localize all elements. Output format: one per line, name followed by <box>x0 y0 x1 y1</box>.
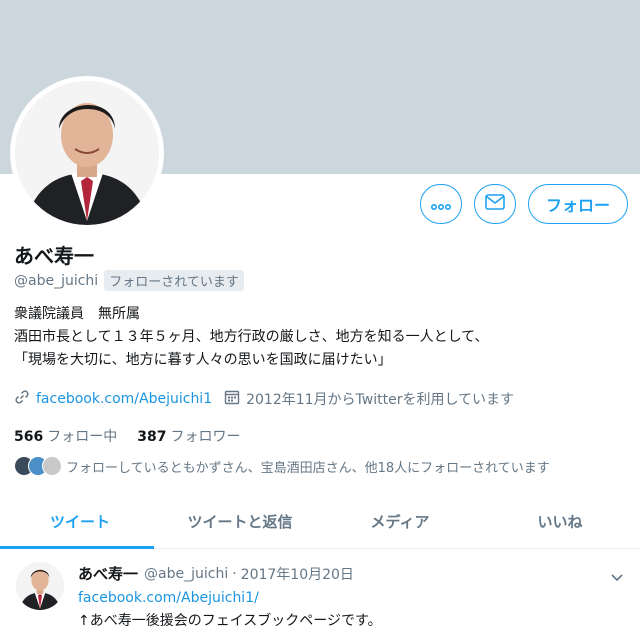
tab-tweets-and-replies[interactable]: ツイートと返信 <box>160 495 320 548</box>
following-count[interactable]: 566 フォロー中 <box>14 426 117 446</box>
tweet-author-handle[interactable]: @abe_juichi <box>144 566 228 582</box>
tweet[interactable]: あべ寿一 @abe_juichi · 2017年10月20日 facebook.… <box>0 550 640 640</box>
profile-bio: 衆議院議員 無所属 酒田市長として１３年５ヶ月、地方行政の厳しさ、地方を知る一人… <box>14 303 488 372</box>
follows-you-badge: フォローされています <box>104 270 244 291</box>
follower-avatar <box>42 456 62 476</box>
following-label: フォロー中 <box>47 429 118 445</box>
profile-handle[interactable]: @abe_juichi <box>14 273 98 289</box>
direct-message-button[interactable] <box>474 184 516 224</box>
following-number: 566 <box>14 429 44 445</box>
followers-you-know[interactable]: フォローしているともかずさん、宝島酒田店さん、他18人にフォローされています <box>14 456 550 476</box>
more-button[interactable] <box>420 184 462 224</box>
bio-line: 衆議院議員 無所属 <box>14 306 140 322</box>
profile-website-link[interactable]: facebook.com/Abejuichi1 <box>36 391 212 407</box>
tweet-header: あべ寿一 @abe_juichi · 2017年10月20日 <box>78 563 354 584</box>
avatar-photo <box>15 81 159 225</box>
handle-row: @abe_juichi フォローされています <box>14 270 244 291</box>
tweet-separator: · <box>232 565 237 582</box>
mail-icon <box>485 194 505 214</box>
tab-media[interactable]: メディア <box>320 495 480 548</box>
bio-line: 酒田市長として１３年５ヶ月、地方行政の厳しさ、地方を知る一人として、 <box>14 329 489 345</box>
profile-meta: facebook.com/Abejuichi1 2012年11月からTwitte… <box>14 389 514 409</box>
followers-you-know-text: フォローしているともかずさん、宝島酒田店さん、他18人にフォローされています <box>66 460 550 476</box>
bio-line: 「現場を大切に、地方に暮す人々の思いを国政に届けたい」 <box>14 352 392 368</box>
followers-you-know-avatars <box>14 456 62 476</box>
more-icon <box>430 195 452 214</box>
tweet-link[interactable]: facebook.com/Abejuichi1/ <box>78 590 259 606</box>
follow-counts: 566 フォロー中 387 フォロワー <box>14 426 260 446</box>
followers-number: 387 <box>137 429 167 445</box>
chevron-down-icon[interactable] <box>610 568 624 587</box>
profile-avatar[interactable] <box>10 76 164 230</box>
tweet-avatar[interactable] <box>16 562 64 610</box>
link-icon <box>14 389 30 409</box>
profile-name[interactable]: あべ寿一 <box>14 240 94 269</box>
followers-count[interactable]: 387 フォロワー <box>137 426 240 446</box>
joined-text: 2012年11月からTwitterを利用しています <box>246 392 515 408</box>
followers-label: フォロワー <box>170 429 241 445</box>
calendar-icon <box>224 389 240 409</box>
profile-tabs: ツイート ツイートと返信 メディア いいね <box>0 495 640 549</box>
tweet-date[interactable]: 2017年10月20日 <box>241 564 354 584</box>
tab-likes[interactable]: いいね <box>480 495 640 548</box>
follow-button[interactable]: フォロー <box>528 184 628 224</box>
joined-date: 2012年11月からTwitterを利用しています <box>224 389 514 409</box>
tweet-text: ↑あべ寿一後援会のフェイスブックページです。 <box>78 613 382 629</box>
tweet-author-name[interactable]: あべ寿一 <box>78 563 138 584</box>
tab-tweets[interactable]: ツイート <box>0 495 160 549</box>
